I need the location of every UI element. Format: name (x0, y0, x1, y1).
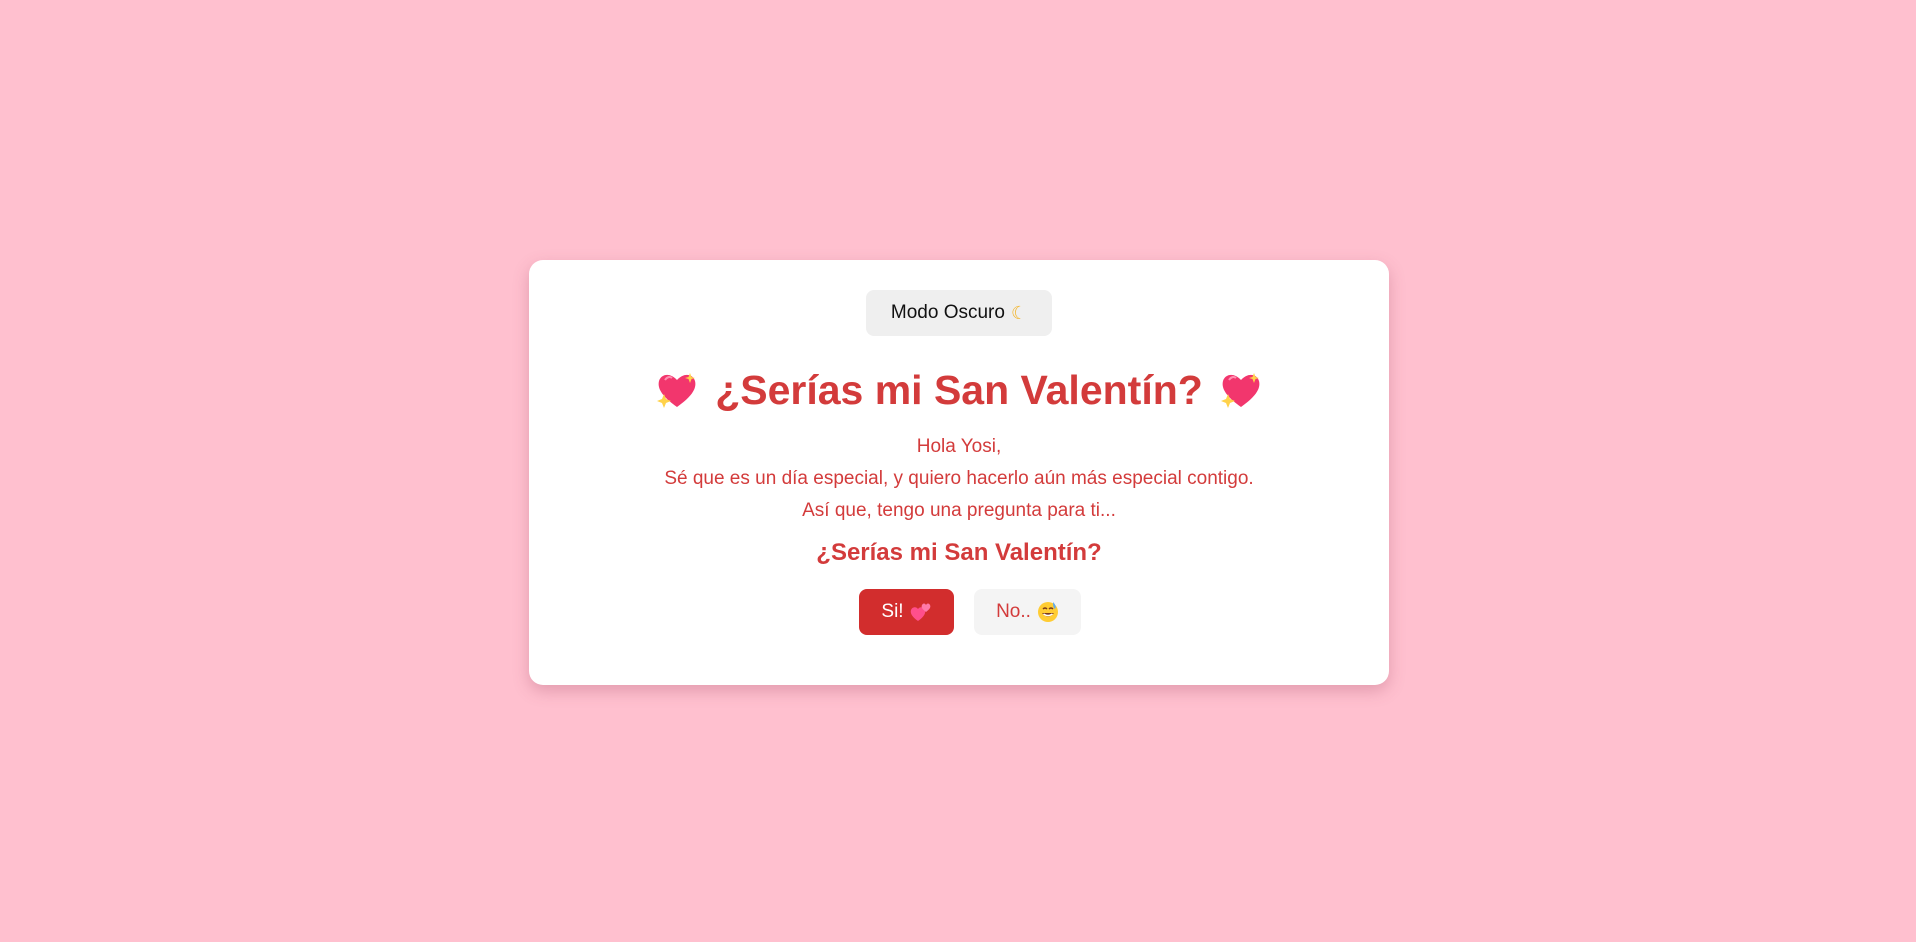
message-line: Así que, tengo una pregunta para ti... (802, 500, 1116, 521)
valentine-card: Modo Oscuro ☾ ¿Serías mi San Valentín? H… (529, 260, 1389, 685)
yes-button[interactable]: Si! (859, 589, 954, 635)
moon-icon: ☾ (1010, 302, 1028, 324)
no-button-label: No.. (996, 601, 1031, 622)
yes-button-label: Si! (881, 601, 904, 622)
dark-mode-toggle-button[interactable]: Modo Oscuro ☾ (866, 290, 1052, 336)
no-button[interactable]: No.. (974, 589, 1081, 635)
answer-buttons: Si! No.. (529, 589, 1389, 635)
dark-mode-label: Modo Oscuro (890, 302, 1005, 323)
two-hearts-icon (910, 602, 932, 622)
title-text: ¿Serías mi San Valentín? (715, 367, 1203, 413)
greeting-line: Hola Yosi, (916, 436, 1002, 457)
question-text: ¿Serías mi San Valentín? (816, 539, 1102, 566)
page-title: ¿Serías mi San Valentín? (529, 365, 1389, 415)
sparkling-heart-icon (655, 370, 699, 410)
message-body: Hola Yosi, Sé que es un día especial, y … (529, 431, 1389, 527)
sparkling-heart-icon (1219, 370, 1263, 410)
message-line: Sé que es un día especial, y quiero hace… (664, 468, 1254, 489)
grinning-sweat-icon (1037, 601, 1059, 623)
